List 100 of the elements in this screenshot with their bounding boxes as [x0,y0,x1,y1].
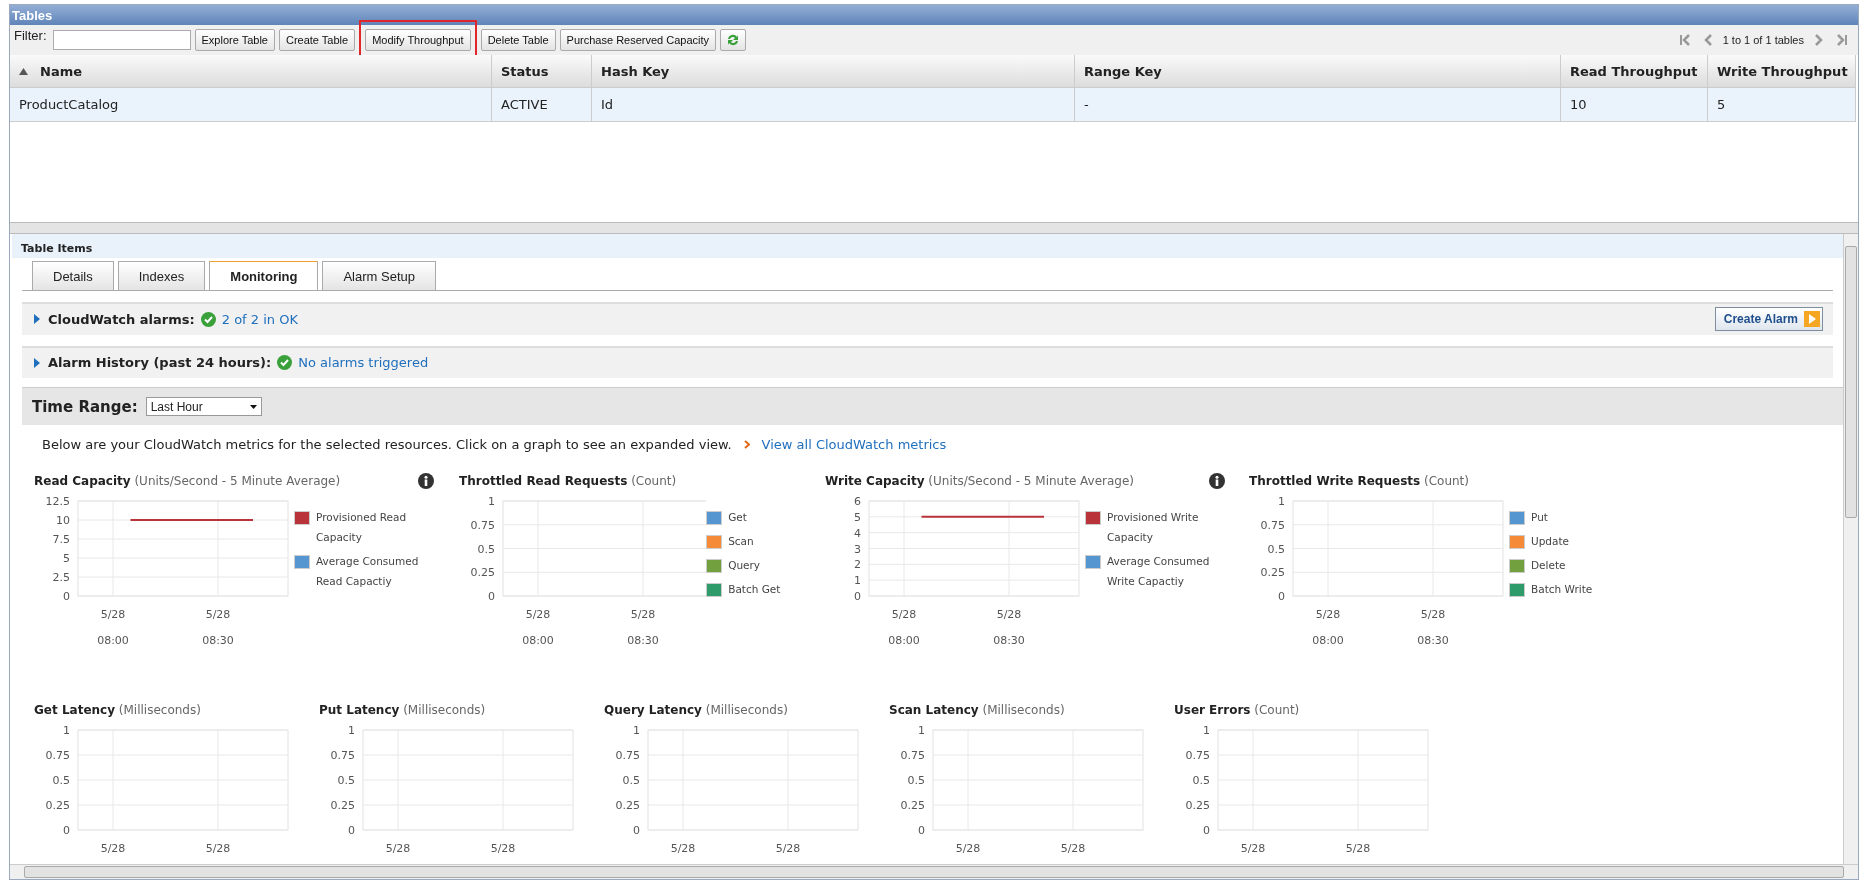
chart-title: Query Latency (Milliseconds) [604,703,788,717]
info-icon[interactable] [418,473,434,489]
create-alarm-button[interactable]: Create Alarm [1714,307,1823,332]
pager-text: 1 to 1 of 1 tables [1722,34,1804,46]
legend-label: Put [1531,510,1548,525]
expand-icon[interactable] [32,314,42,325]
toolbar-button[interactable]: Explore Table [194,29,275,51]
y-tick-label: 0.5 [52,774,70,787]
legend-label: Provisioned Read Capacity [316,510,408,545]
filter-field[interactable] [52,30,191,50]
legend-label: Delete [1531,558,1566,573]
y-tick-label: 0 [854,590,861,603]
column-header[interactable]: Write Throughput [1708,55,1856,88]
tab[interactable]: Indexes [117,261,206,290]
tab[interactable]: Details [32,261,114,290]
tab[interactable]: Monitoring [209,261,319,290]
y-tick-label: 3 [854,542,861,556]
check-icon [200,311,216,327]
plot-area[interactable] [868,500,1080,597]
panel-title: Table Items [12,234,1843,258]
toolbar-button[interactable]: Purchase Reserved Capacity [559,29,717,51]
legend-label: Update [1531,534,1570,549]
x-tick-label: 5/28 [205,842,231,855]
y-tick-label: 5 [854,510,861,524]
toolbar-button[interactable]: Modify Throughput [365,29,471,51]
horizontal-scrollbar[interactable] [10,864,1858,879]
vertical-scrollbar[interactable] [1843,234,1858,864]
first-page-icon[interactable] [1678,33,1693,47]
y-tick-label: 0 [63,590,70,603]
y-tick-label: 0.5 [622,774,640,787]
y-tick-label: 1 [488,495,495,508]
y-tick-label: 4 [854,526,861,540]
column-header[interactable]: Hash Key [592,55,1075,88]
x-tick-label: 5/28 [100,842,126,855]
column-header[interactable]: Range Key [1075,55,1561,88]
intro-text: Below are your CloudWatch metrics for the selected resources. Click on a graph to see an expanded view. [42,437,732,452]
x-tick-label: 5/28 [1345,842,1371,855]
table-cell[interactable]: 10 [1561,88,1708,122]
column-header[interactable]: Read Throughput [1561,55,1708,88]
x-tick-label: 5/28 08:00 [888,608,920,647]
y-tick-label: 1 [633,724,640,737]
y-tick-label: 0 [918,824,925,837]
check-icon [277,355,293,371]
y-tick-label: 0.75 [470,518,495,532]
x-tick-label: 5/28 08:30 [1417,608,1449,647]
table-cell[interactable]: ProductCatalog [10,88,492,122]
info-icon[interactable] [1209,473,1225,489]
table-cell[interactable]: ACTIVE [492,88,592,122]
x-tick-label: 5/28 [670,842,696,855]
y-tick-label: 0 [488,590,495,603]
x-tick-label: 5/28 08:30 [627,608,659,647]
y-tick-label: 0.75 [615,749,640,762]
toolbar-button[interactable]: Delete Table [480,29,556,51]
legend-label: Batch Get [728,582,781,597]
refresh-button[interactable] [720,29,747,51]
y-tick-label: 0.75 [900,749,925,762]
y-tick-label: 1 [63,724,70,737]
y-tick-label: 2 [854,558,861,572]
expand-icon[interactable] [32,357,42,368]
y-tick-label: 2.5 [52,571,70,584]
tab[interactable]: Alarm Setup [322,261,436,290]
splitter[interactable] [10,222,1858,234]
status-link[interactable]: No alarms triggered [298,355,429,371]
y-tick-label: 0.25 [1185,799,1210,812]
toolbar-button[interactable]: Create Table [278,29,356,51]
metrics-link[interactable]: View all CloudWatch metrics [761,437,947,452]
y-tick-label: 7.5 [52,533,70,546]
legend-label: Average Consumed Read Capactiy [316,554,419,589]
chart-title: Put Latency (Milliseconds) [319,703,486,717]
y-tick-label: 6 [854,495,861,508]
y-tick-label: 0.25 [470,566,495,580]
y-tick-label: 0.5 [1192,774,1210,787]
table-cell[interactable]: Id [592,88,1075,122]
y-tick-label: 0.5 [1267,542,1285,556]
chart-title: User Errors (Count) [1174,703,1300,717]
column-header[interactable]: Status [492,55,592,88]
play-icon [1804,311,1820,328]
window-title: Tables [10,5,1858,25]
column-header[interactable]: Name [10,55,492,88]
chart-title: Throttled Write Requests (Count) [1249,474,1469,488]
y-tick-label: 1 [348,724,355,737]
time-range-select[interactable]: Last Hour [145,397,262,417]
table-cell[interactable]: - [1075,88,1561,122]
y-tick-label: 12.5 [45,495,70,508]
dropdown-arrow-icon [249,404,257,409]
y-tick-label: 0 [1278,590,1285,603]
plot-area[interactable] [77,500,289,597]
section-title: CloudWatch alarms: [48,311,195,327]
y-tick-label: 0.75 [330,749,355,762]
last-page-icon[interactable] [1834,33,1848,47]
plot-area[interactable] [502,500,707,597]
x-tick-label: 5/28 [1240,842,1266,855]
legend-label: Scan [728,534,754,549]
status-link[interactable]: 2 of 2 in OK [221,311,298,327]
legend-label: Batch Write [1531,582,1593,597]
y-tick-label: 0.75 [45,749,70,762]
chart-title: Throttled Read Requests (Count) [459,474,677,488]
y-tick-label: 5 [63,552,70,565]
table-cell[interactable]: 5 [1708,88,1856,122]
y-tick-label: 1 [854,574,861,588]
